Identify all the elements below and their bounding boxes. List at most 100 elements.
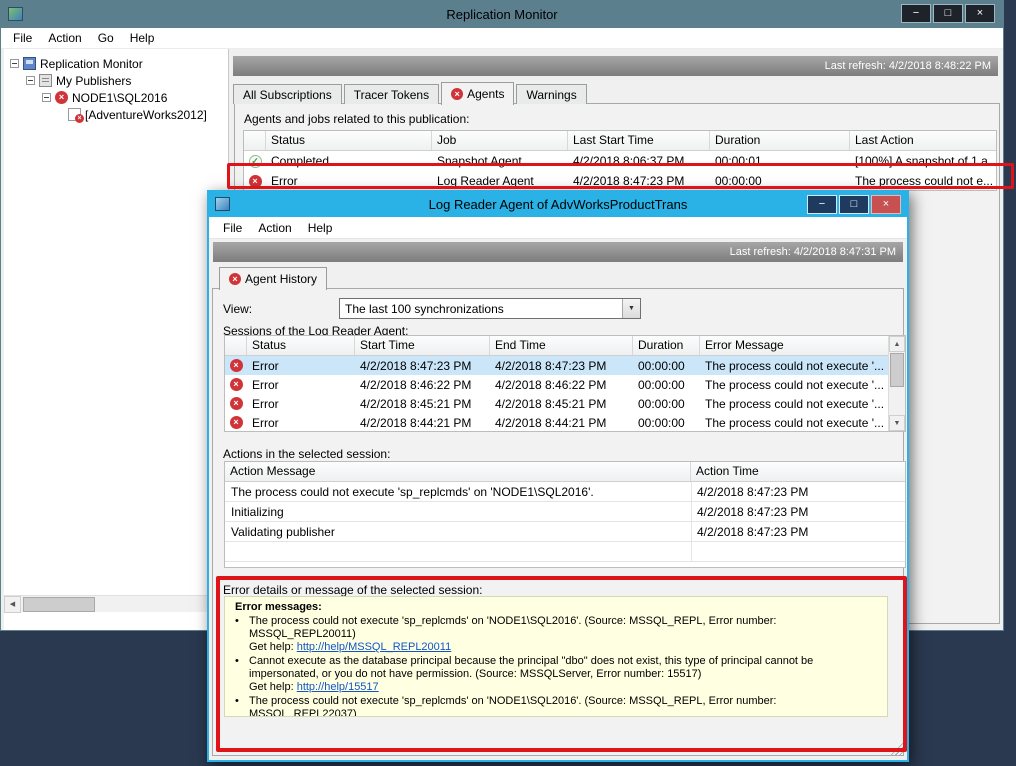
tab-tracer-tokens[interactable]: Tracer Tokens	[344, 84, 439, 104]
session-row[interactable]: × Error 4/2/2018 8:45:21 PM 4/2/2018 8:4…	[225, 394, 888, 413]
help-link[interactable]: http://help/MSSQL_REPL20011	[297, 641, 452, 653]
session-start-time: 4/2/2018 8:47:23 PM	[355, 356, 490, 375]
tree-horizontal-scrollbar[interactable]: ◀ ▶	[4, 595, 227, 612]
tab-agent-history[interactable]: × Agent History	[219, 267, 327, 290]
maximize-button[interactable]: □	[839, 195, 869, 214]
tab-agents[interactable]: × Agents	[441, 82, 514, 105]
column-header-job[interactable]: Job	[432, 131, 568, 150]
error-details-label: Error details or message of the selected…	[223, 583, 482, 597]
agent-last-action: The process could not e...	[850, 171, 996, 191]
session-row[interactable]: × Error 4/2/2018 8:47:23 PM 4/2/2018 8:4…	[225, 356, 888, 375]
tree-item-adventureworks2012[interactable]: × [AdventureWorks2012]	[4, 106, 228, 123]
session-row[interactable]: × Error 4/2/2018 8:46:22 PM 4/2/2018 8:4…	[225, 375, 888, 394]
session-row[interactable]: × Error 4/2/2018 8:44:21 PM 4/2/2018 8:4…	[225, 413, 888, 432]
menu-help[interactable]: Help	[300, 218, 341, 238]
success-icon: ✓	[249, 155, 262, 168]
session-end-time: 4/2/2018 8:46:22 PM	[490, 375, 633, 394]
scroll-up-icon[interactable]: ▲	[889, 336, 905, 352]
column-header-action-time[interactable]: Action Time	[691, 462, 905, 481]
close-button[interactable]: ×	[871, 195, 901, 214]
action-message: Validating publisher	[225, 525, 691, 539]
action-time: 4/2/2018 8:47:23 PM	[691, 485, 905, 499]
status-cell: ×	[225, 394, 247, 413]
column-header-icon[interactable]	[225, 336, 247, 355]
error-icon: ×	[230, 397, 243, 410]
column-header-error-message[interactable]: Error Message	[700, 336, 888, 355]
column-header-duration[interactable]: Duration	[710, 131, 850, 150]
maximize-button[interactable]: □	[933, 4, 963, 23]
agent-duration: 00:00:00	[710, 171, 850, 191]
sessions-table: Status Start Time End Time Duration Erro…	[224, 335, 906, 432]
help-link[interactable]: http://help/15517	[297, 681, 379, 693]
collapse-icon[interactable]	[42, 93, 51, 102]
column-header-action-message[interactable]: Action Message	[225, 462, 691, 481]
minimize-button[interactable]: −	[901, 4, 931, 23]
dialog-tabs: × Agent History	[219, 267, 329, 289]
dialog-title: Log Reader Agent of AdvWorksProductTrans	[209, 197, 907, 212]
tree-item-label: Replication Monitor	[40, 57, 143, 71]
error-message-item: • The process could not execute 'sp_repl…	[235, 695, 879, 717]
column-header-icon[interactable]	[244, 131, 266, 150]
close-button[interactable]: ×	[965, 4, 995, 23]
dialog-titlebar[interactable]: Log Reader Agent of AdvWorksProductTrans…	[209, 192, 907, 217]
menu-action[interactable]: Action	[250, 218, 299, 238]
action-row[interactable]: Validating publisher 4/2/2018 8:47:23 PM	[225, 522, 905, 542]
view-dropdown[interactable]: The last 100 synchronizations ▼	[339, 298, 641, 319]
column-header-end-time[interactable]: End Time	[490, 336, 633, 355]
agent-job: Snapshot Agent	[432, 151, 568, 171]
chevron-down-icon[interactable]: ▼	[622, 299, 640, 318]
session-error-message: The process could not execute '...	[700, 375, 888, 394]
action-row[interactable]: The process could not execute 'sp_replcm…	[225, 482, 905, 502]
get-help-label: Get help:	[249, 641, 294, 653]
tree-item-node1-sql2016[interactable]: × NODE1\SQL2016	[4, 89, 228, 106]
sessions-vertical-scrollbar[interactable]: ▲ ▼	[888, 336, 905, 431]
view-label: View:	[223, 302, 252, 316]
get-help-label: Get help:	[249, 681, 294, 693]
publishers-icon	[39, 74, 52, 87]
menu-help[interactable]: Help	[122, 28, 163, 48]
bullet-icon: •	[235, 655, 249, 694]
column-header-last-start-time[interactable]: Last Start Time	[568, 131, 710, 150]
status-cell: ✓	[244, 151, 266, 171]
agent-last-start-time: 4/2/2018 8:47:23 PM	[568, 171, 710, 191]
menu-action[interactable]: Action	[40, 28, 89, 48]
menu-go[interactable]: Go	[90, 28, 122, 48]
collapse-icon[interactable]	[10, 59, 19, 68]
scroll-left-icon[interactable]: ◀	[4, 596, 21, 613]
action-row[interactable]: Initializing 4/2/2018 8:47:23 PM	[225, 502, 905, 522]
agent-row-log-reader[interactable]: × Error Log Reader Agent 4/2/2018 8:47:2…	[244, 171, 996, 191]
tab-warnings[interactable]: Warnings	[516, 84, 586, 104]
error-icon: ×	[451, 88, 463, 100]
scrollbar-thumb[interactable]	[890, 353, 904, 387]
tree-item-label: [AdventureWorks2012]	[85, 108, 207, 122]
status-cell: ×	[244, 171, 266, 191]
column-header-status[interactable]: Status	[247, 336, 355, 355]
main-window-title: Replication Monitor	[1, 7, 1003, 22]
bullet-icon: •	[235, 695, 249, 717]
column-header-start-time[interactable]: Start Time	[355, 336, 490, 355]
tab-label: All Subscriptions	[243, 88, 332, 102]
action-message: The process could not execute 'sp_replcm…	[225, 485, 691, 499]
tree-item-replication-monitor[interactable]: Replication Monitor	[4, 55, 228, 72]
main-titlebar[interactable]: Replication Monitor − □ ×	[1, 1, 1003, 28]
column-header-last-action[interactable]: Last Action	[850, 131, 996, 150]
error-messages-heading: Error messages:	[235, 601, 879, 614]
tab-all-subscriptions[interactable]: All Subscriptions	[233, 84, 342, 104]
scrollbar-track[interactable]	[889, 352, 905, 415]
status-cell: ×	[225, 375, 247, 394]
session-start-time: 4/2/2018 8:46:22 PM	[355, 375, 490, 394]
session-error-message: The process could not execute '...	[700, 356, 888, 375]
column-header-status[interactable]: Status	[266, 131, 432, 150]
column-header-duration[interactable]: Duration	[633, 336, 700, 355]
menu-file[interactable]: File	[5, 28, 40, 48]
scrollbar-thumb[interactable]	[23, 597, 95, 612]
agent-row-snapshot[interactable]: ✓ Completed Snapshot Agent 4/2/2018 8:06…	[244, 151, 996, 171]
minimize-button[interactable]: −	[807, 195, 837, 214]
scroll-down-icon[interactable]: ▼	[889, 415, 905, 431]
error-message-text: The process could not execute 'sp_replcm…	[249, 615, 879, 654]
action-message: Initializing	[225, 505, 691, 519]
agents-table-header: Status Job Last Start Time Duration Last…	[244, 131, 996, 151]
tree-item-my-publishers[interactable]: My Publishers	[4, 72, 228, 89]
menu-file[interactable]: File	[215, 218, 250, 238]
collapse-icon[interactable]	[26, 76, 35, 85]
